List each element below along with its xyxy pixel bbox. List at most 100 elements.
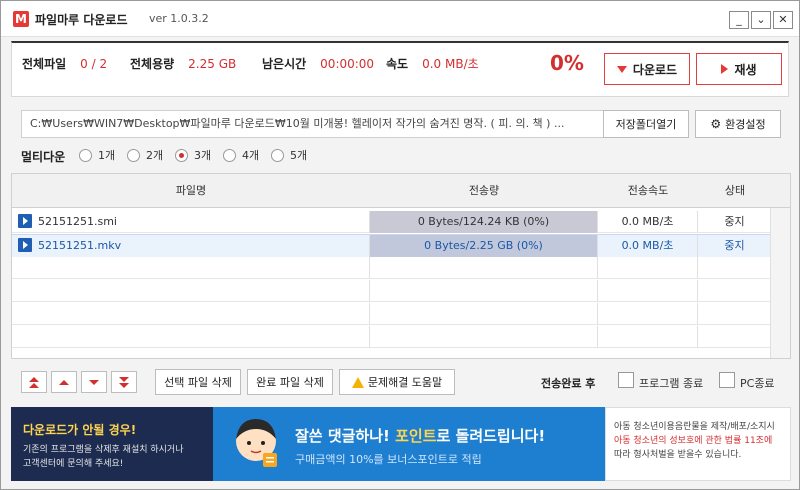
app-title: 파일마루 다운로드 <box>35 13 128 27</box>
multi-option-5[interactable]: 5개 <box>271 147 307 163</box>
double-up-arrow-icon <box>29 376 39 382</box>
legal-line: 아동 청소년이용음란물을 제작/배포/소지시 <box>614 422 775 432</box>
app-window: M 파일마루 다운로드 ver 1.0.3.2 _ ⌄ ✕ 전체파일 0 / 2 … <box>0 0 800 490</box>
total-size-label: 전체용량 <box>130 57 175 71</box>
multi-option-label: 1개 <box>98 149 116 162</box>
multi-option-label: 2개 <box>146 149 164 162</box>
legal-line-highlight: 아동 청소년의 성보호에 관한 법률 11조에 <box>614 436 773 446</box>
play-button[interactable]: 재생 <box>696 53 782 85</box>
settings-label: 환경설정 <box>725 118 766 131</box>
character-face-icon <box>236 419 277 467</box>
status-cell: 중지 <box>698 211 772 233</box>
move-top-button[interactable] <box>21 371 47 393</box>
up-arrow-icon <box>59 379 69 385</box>
total-files-label: 전체파일 <box>22 57 67 71</box>
pc-shutdown-label: PC종료 <box>740 377 775 390</box>
multi-option-1[interactable]: 1개 <box>79 147 115 163</box>
total-size-value: 2.25 GB <box>188 57 237 71</box>
title-bar: M 파일마루 다운로드 ver 1.0.3.2 _ ⌄ ✕ <box>1 1 799 37</box>
speed-cell: 0.0 MB/초 <box>598 211 698 233</box>
radio-button[interactable] <box>223 148 236 162</box>
file-name: 52151251.mkv <box>38 239 122 252</box>
delete-completed-button[interactable]: 완료 파일 삭제 <box>247 369 333 395</box>
settings-button[interactable]: ⚙ 환경설정 <box>695 110 781 138</box>
move-down-button[interactable] <box>81 371 107 393</box>
radio-button[interactable] <box>79 148 92 162</box>
speed-stat: 속도 0.0 MB/초 <box>386 55 479 72</box>
radio-button-selected[interactable] <box>175 148 188 162</box>
delete-completed-label: 완료 파일 삭제 <box>256 376 324 389</box>
table-row-empty <box>12 303 790 325</box>
gear-icon: ⚙ <box>710 117 722 131</box>
multi-option-label: 4개 <box>242 149 260 162</box>
status-panel: 전체파일 0 / 2 전체용량 2.25 GB 남은시간 00:00:00 속도 0.0… <box>11 41 789 97</box>
multi-option-label: 5개 <box>290 149 308 162</box>
file-name: 52151251.smi <box>38 215 117 228</box>
col-status[interactable]: 상태 <box>698 174 772 208</box>
multi-option-3[interactable]: 3개 <box>175 147 211 163</box>
delete-selected-button[interactable]: 선택 파일 삭제 <box>155 369 241 395</box>
download-button-label: 다운로드 <box>632 62 678 77</box>
radio-button[interactable] <box>127 148 140 162</box>
warning-icon <box>351 376 364 388</box>
open-folder-button[interactable]: 저장폴더열기 <box>603 110 689 138</box>
play-icon <box>721 64 729 74</box>
file-name-cell: 52151251.smi <box>12 211 370 233</box>
remaining-time-label: 남은시간 <box>262 57 307 71</box>
banner-promo-subtitle: 구매금액의 10%를 보너스포인트로 적립 <box>295 453 482 466</box>
banner-promo-title: 잘쓴 댓글하나! 포인트로 돌려드립니다! <box>295 427 546 445</box>
col-transfer[interactable]: 전송량 <box>370 174 598 208</box>
table-header: 파일명 전송량 전송속도 상태 <box>12 174 790 208</box>
pc-shutdown-checkbox[interactable] <box>719 372 735 388</box>
double-down-arrow-icon <box>119 376 129 382</box>
table-row-empty <box>12 280 790 302</box>
multi-option-4[interactable]: 4개 <box>223 147 259 163</box>
transfer-cell: 0 Bytes/2.25 GB (0%) <box>370 235 598 257</box>
speed-value: 0.0 MB/초 <box>422 57 479 71</box>
multi-option-2[interactable]: 2개 <box>127 147 163 163</box>
total-files-stat: 전체파일 0 / 2 <box>22 55 107 72</box>
transfer-cell: 0 Bytes/124.24 KB (0%) <box>370 211 598 233</box>
banner-help-panel: 다운로드가 안될 경우! 기존의 프로그램을 삭제후 재설치 하시거나 고객센터… <box>11 407 213 481</box>
table-row-empty <box>12 326 790 348</box>
table-scrollbar[interactable] <box>770 208 790 358</box>
subtitle-file-icon <box>18 214 32 228</box>
down-arrow-icon <box>89 379 99 385</box>
play-button-label: 재생 <box>734 62 757 77</box>
exit-program-checkbox[interactable] <box>618 372 634 388</box>
banner-help-text: 기존의 프로그램을 삭제후 재설치 하시거나 고객센터에 문의해 주세요! <box>23 443 184 471</box>
app-version: ver 1.0.3.2 <box>149 12 209 25</box>
ad-banner[interactable]: 다운로드가 안될 경우! 기존의 프로그램을 삭제후 재설치 하시거나 고객센터… <box>11 407 791 481</box>
table-row-empty <box>12 257 790 279</box>
help-button[interactable]: 문제해결 도움말 <box>339 369 455 395</box>
exit-program-label: 프로그램 종료 <box>639 377 704 390</box>
table-row[interactable]: 52151251.smi 0 Bytes/124.24 KB (0%) 0.0 … <box>12 211 790 233</box>
multi-option-label: 3개 <box>194 149 212 162</box>
col-filename[interactable]: 파일명 <box>12 174 370 208</box>
delete-selected-label: 선택 파일 삭제 <box>164 376 232 389</box>
video-file-icon <box>18 238 32 252</box>
banner-promo-panel[interactable]: 잘쓴 댓글하나! 포인트로 돌려드립니다! 구매금액의 10%를 보너스포인트로… <box>213 407 605 481</box>
collapse-button[interactable]: ⌄ <box>751 11 771 29</box>
col-speed[interactable]: 전송속도 <box>598 174 698 208</box>
minimize-button[interactable]: _ <box>729 11 749 29</box>
move-up-button[interactable] <box>51 371 77 393</box>
close-button[interactable]: ✕ <box>773 11 793 29</box>
download-button[interactable]: 다운로드 <box>604 53 690 85</box>
remaining-time-stat: 남은시간 00:00:00 <box>262 55 374 72</box>
download-arrow-icon <box>616 65 627 73</box>
open-folder-label: 저장폴더열기 <box>615 118 677 131</box>
progress-percent: 0% <box>550 51 584 75</box>
status-cell: 중지 <box>698 235 772 257</box>
after-complete-label: 전송완료 후 <box>541 377 596 390</box>
speed-cell: 0.0 MB/초 <box>598 235 698 257</box>
move-bottom-button[interactable] <box>111 371 137 393</box>
multi-download-label: 멀티다운 <box>21 150 66 164</box>
file-name-cell: 52151251.mkv <box>12 235 370 257</box>
save-path-field[interactable]: C:₩Users₩WIN7₩Desktop₩파일마루 다운로드₩10월 미개봉!… <box>21 110 605 138</box>
bottom-toolbar: 선택 파일 삭제 완료 파일 삭제 문제해결 도움말 전송완료 후 프로그램 종… <box>11 359 791 405</box>
app-logo-icon: M <box>13 11 29 27</box>
table-row[interactable]: 52151251.mkv 0 Bytes/2.25 GB (0%) 0.0 MB… <box>12 234 790 257</box>
radio-button[interactable] <box>271 148 284 162</box>
speed-label: 속도 <box>386 57 409 71</box>
